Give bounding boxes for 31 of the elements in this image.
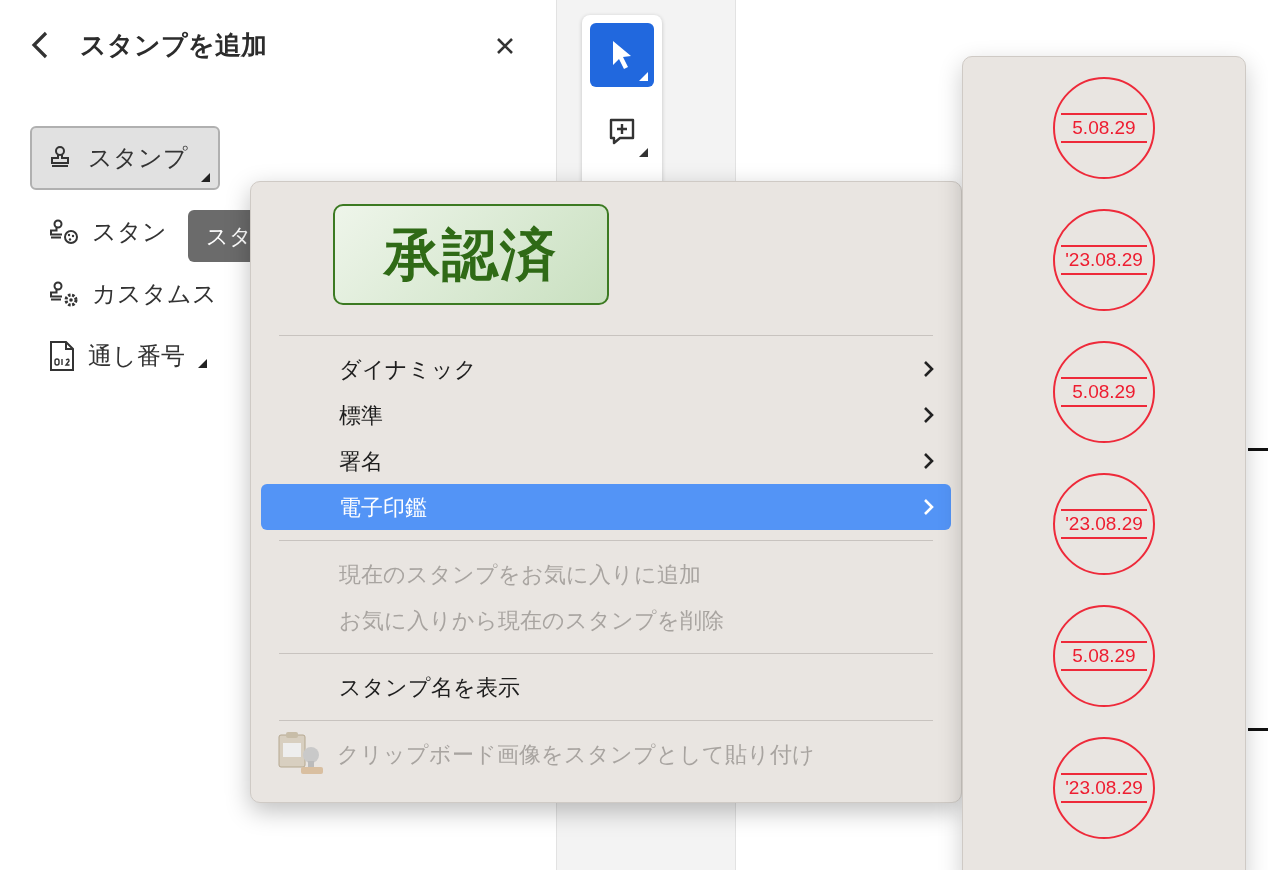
date-seal-stamp[interactable]: 5.08.29 [1053, 341, 1155, 443]
menu-item[interactable]: スタンプ名を表示 [261, 664, 951, 710]
numbered-file-icon [48, 340, 76, 372]
menu-item[interactable]: 標準 [261, 392, 951, 438]
chevron-right-icon [923, 406, 935, 424]
menu-item[interactable]: 電子印鑑 [261, 484, 951, 530]
date-seal-stamp[interactable]: 5.08.29 [1053, 605, 1155, 707]
stamp-tool-button[interactable]: カスタムス [30, 274, 235, 314]
dropdown-triangle-icon [639, 148, 648, 157]
chevron-right-icon [923, 452, 935, 470]
stamp-gear-icon [48, 280, 80, 308]
menu-item[interactable]: 署名 [261, 438, 951, 484]
stamp-tool-button[interactable]: 通し番号 [30, 336, 217, 376]
date-seal-stamp[interactable]: '23.08.29 [1053, 473, 1155, 575]
panel-title: スタンプを追加 [80, 28, 267, 62]
chevron-right-icon [923, 498, 935, 516]
menu-item[interactable]: ダイナミック [261, 346, 951, 392]
back-button[interactable] [30, 30, 50, 60]
dropdown-triangle-icon [639, 72, 648, 81]
date-seal-stamp[interactable]: 5.08.29 [1053, 77, 1155, 179]
pointer-icon [612, 40, 632, 70]
select-tool-button[interactable] [590, 23, 654, 87]
stamp-tool-button[interactable]: スタン [30, 212, 185, 252]
tooltip: スタ [188, 210, 252, 262]
stamp-preview[interactable]: 承認済 [333, 204, 609, 305]
stamp-tool-button[interactable]: スタンプ [30, 126, 220, 190]
chevron-right-icon [923, 360, 935, 378]
date-seal-stamp[interactable]: '23.08.29 [1053, 737, 1155, 839]
date-seal-stamp[interactable]: '23.08.29 [1053, 209, 1155, 311]
stamp-palette-icon [48, 218, 80, 246]
comment-add-icon [608, 117, 636, 145]
